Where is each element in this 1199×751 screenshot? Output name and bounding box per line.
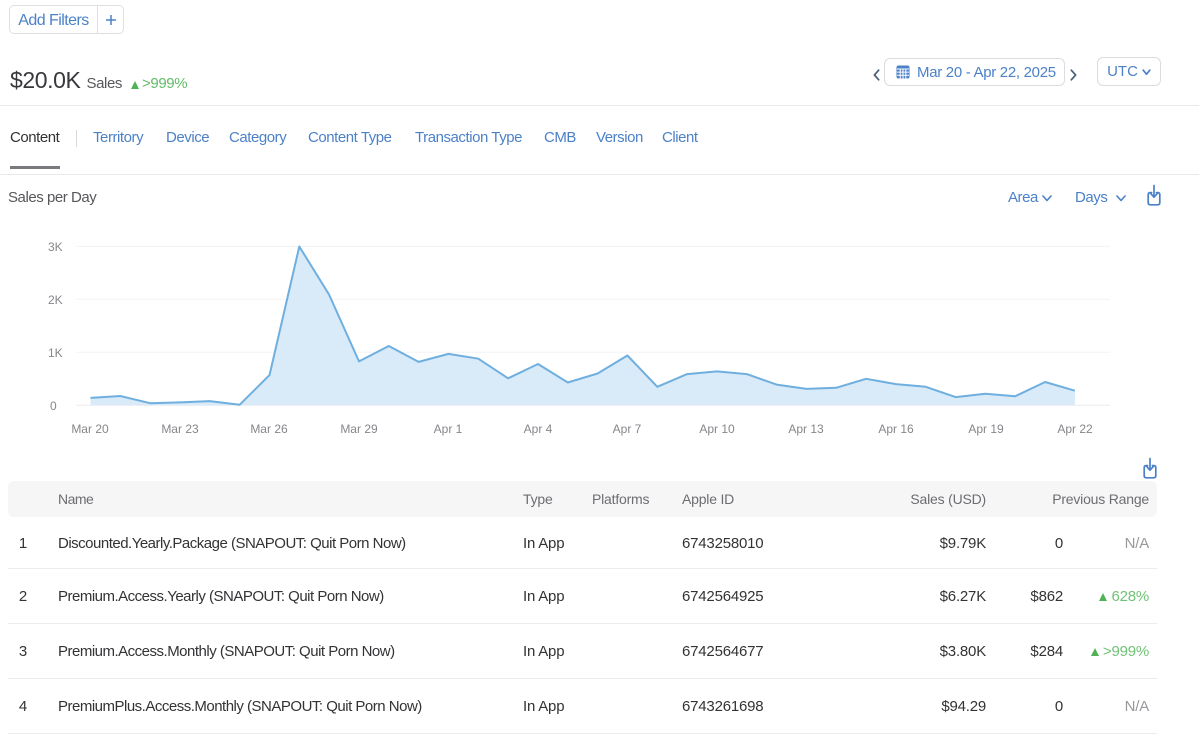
svg-text:0: 0 [50, 399, 57, 413]
svg-text:1K: 1K [48, 346, 63, 360]
svg-text:3K: 3K [48, 240, 63, 254]
svg-text:2K: 2K [48, 293, 63, 307]
